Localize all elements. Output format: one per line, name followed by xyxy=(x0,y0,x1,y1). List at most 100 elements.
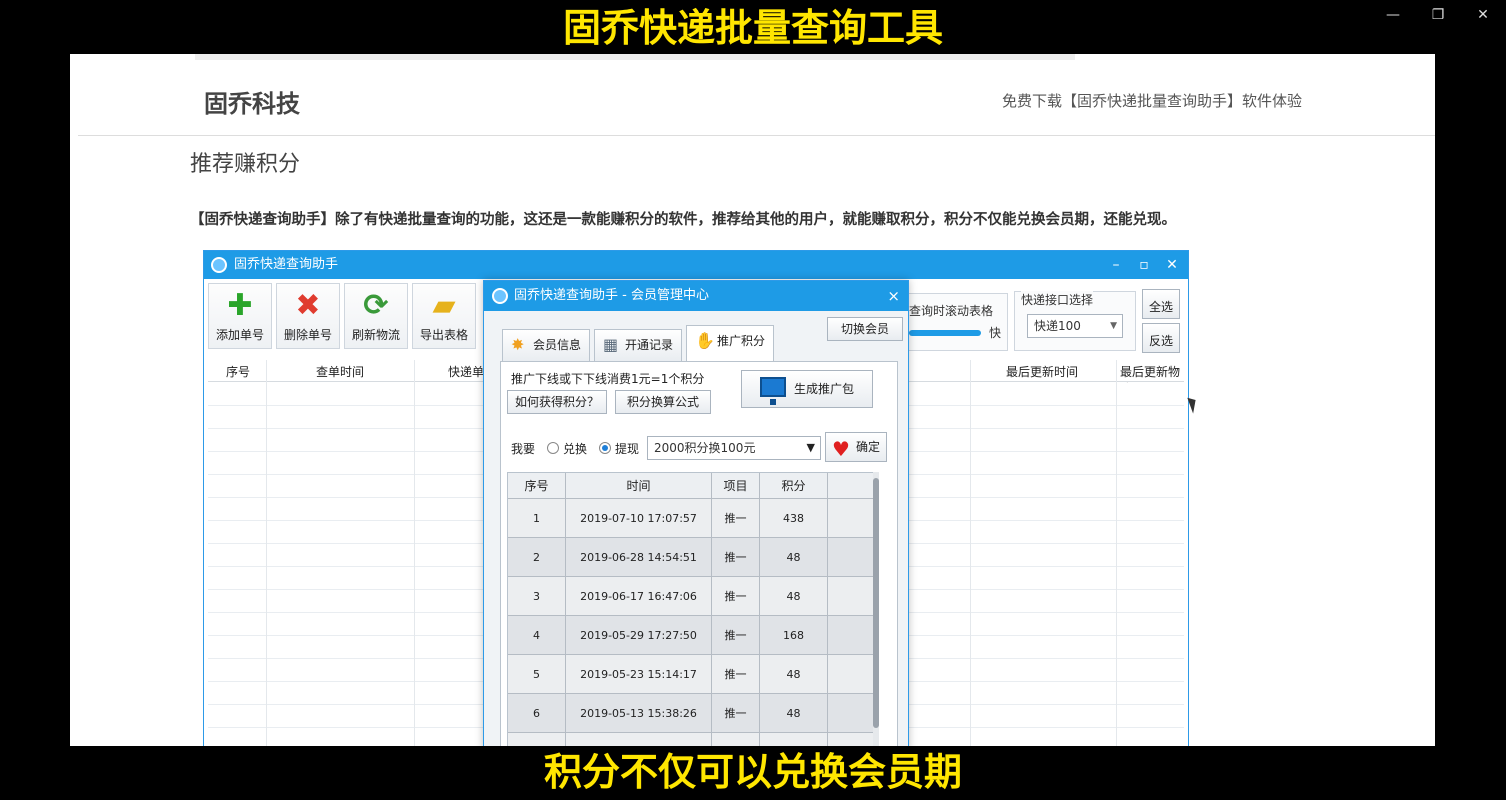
delete-number-label: 删除单号 xyxy=(283,328,332,342)
points-header-cell[interactable]: 时间 xyxy=(566,473,712,498)
table-row[interactable]: 2 2019-06-28 14:54:51 推一 48 xyxy=(508,538,876,577)
table-cell: 4 xyxy=(508,616,566,654)
member-center-dialog: 固乔快递查询助手 - 会员管理中心 × 切换会员 ✸ 会员信息 ▦ 开通记录 ✋… xyxy=(483,280,909,746)
hand-icon: ✋ xyxy=(695,331,715,350)
col-last-update[interactable]: 最后更新时间 xyxy=(1006,363,1078,380)
dialog-titlebar: 固乔快递查询助手 - 会员管理中心 × xyxy=(484,281,908,311)
close-icon[interactable]: ✕ xyxy=(1472,4,1494,26)
web-page: 固乔科技 免费下载【固乔快递批量查询助手】软件体验 推荐赚积分 【固乔快递查询助… xyxy=(70,54,1435,746)
points-table: 序号 时间 项目 积分 1 2019-07-10 17:07:57 推一 438 2 2019-0… xyxy=(507,472,877,746)
restore-icon[interactable]: ❐ xyxy=(1427,4,1449,26)
scroll-option-label[interactable]: 查询时滚动表格 xyxy=(909,302,993,319)
table-row[interactable]: 72019-04-18 09:36:18推一48 xyxy=(508,733,876,746)
export-table-button[interactable]: ▰ 导出表格 xyxy=(412,283,476,349)
calendar-icon: ▦ xyxy=(603,335,619,354)
table-row[interactable]: 4 2019-05-29 17:27:50 推一 168 xyxy=(508,616,876,655)
refresh-logistics-button[interactable]: ⟳ 刷新物流 xyxy=(344,283,408,349)
points-header-cell[interactable]: 项目 xyxy=(712,473,760,498)
section-description: 【固乔快递查询助手】除了有快递批量查询的功能，这还是一款能赚积分的软件，推荐给其… xyxy=(190,212,1176,228)
app-minimize-icon[interactable]: – xyxy=(1106,251,1126,279)
table-cell: 推一 xyxy=(712,577,760,615)
points-table-scrollbar[interactable] xyxy=(873,472,879,746)
chevron-down-icon: ▼ xyxy=(1110,321,1117,331)
minimize-icon[interactable]: — xyxy=(1382,4,1404,26)
points-header-cell[interactable]: 序号 xyxy=(508,473,566,498)
section-title: 推荐赚积分 xyxy=(190,152,301,177)
points-formula-button[interactable]: 积分换算公式 xyxy=(615,390,711,414)
withdraw-select[interactable]: 2000积分换100元 ▼ xyxy=(647,436,821,460)
api-selected-value: 快递100 xyxy=(1034,319,1081,333)
col-tracking[interactable]: 快递单 xyxy=(448,363,484,380)
delete-number-button[interactable]: ✖ 删除单号 xyxy=(276,283,340,349)
grid-divider xyxy=(970,360,971,746)
chevron-down-icon: ▼ xyxy=(806,441,815,454)
table-cell: 168 xyxy=(760,616,828,654)
bottom-caption: 积分不仅可以兑换会员期 xyxy=(543,750,962,794)
table-cell: 推一 xyxy=(712,499,760,537)
invert-select-button[interactable]: 反选 xyxy=(1142,323,1180,353)
header-divider xyxy=(78,135,1435,136)
table-row[interactable]: 1 2019-07-10 17:07:57 推一 438 xyxy=(508,499,876,538)
confirm-button[interactable]: ♥ 确定 xyxy=(825,432,887,462)
refresh-icon: ⟳ xyxy=(363,288,389,323)
dialog-close-icon[interactable]: × xyxy=(887,281,900,311)
points-header-cell[interactable]: 积分 xyxy=(760,473,828,498)
api-group-label: 快递接口选择 xyxy=(1021,291,1094,308)
table-cell: 48 xyxy=(760,733,828,746)
tab-member-info-label: 会员信息 xyxy=(533,338,582,352)
table-cell: 5 xyxy=(508,655,566,693)
tab-open-records[interactable]: ▦ 开通记录 xyxy=(594,329,682,361)
table-cell: 7 xyxy=(508,733,566,746)
tab-promo-points-label: 推广积分 xyxy=(717,334,766,348)
dialog-logo-icon xyxy=(492,288,508,304)
select-all-button[interactable]: 全选 xyxy=(1142,289,1180,319)
table-row[interactable]: 5 2019-05-23 15:14:17 推一 48 xyxy=(508,655,876,694)
col-query-time[interactable]: 查单时间 xyxy=(316,363,364,380)
api-select[interactable]: 快递100 ▼ xyxy=(1027,314,1123,338)
add-number-label: 添加单号 xyxy=(215,328,264,342)
withdraw-label: 提现 xyxy=(615,442,640,456)
withdraw-radio[interactable] xyxy=(599,442,611,454)
delete-icon: ✖ xyxy=(295,288,321,323)
exchange-radio[interactable] xyxy=(547,442,559,454)
confirm-label: 确定 xyxy=(856,440,881,454)
table-cell xyxy=(828,499,876,537)
table-cell: 2019-07-10 17:07:57 xyxy=(566,499,712,537)
table-cell: 3 xyxy=(508,577,566,615)
app-maximize-icon[interactable]: ▫ xyxy=(1134,251,1154,279)
monitor-icon xyxy=(760,377,786,405)
col-seq[interactable]: 序号 xyxy=(226,363,250,380)
scroll-thumb[interactable] xyxy=(873,478,879,728)
table-cell xyxy=(828,694,876,732)
add-number-button[interactable]: ✚ 添加单号 xyxy=(208,283,272,349)
points-header-cell[interactable] xyxy=(828,473,876,498)
download-link[interactable]: 免费下载【固乔快递批量查询助手】软件体验 xyxy=(1002,90,1302,111)
dialog-body: 切换会员 ✸ 会员信息 ▦ 开通记录 ✋ 推广积分 推广下线或下下线消费1元=1… xyxy=(484,311,908,746)
promo-points-panel: 推广下线或下下线消费1元=1个积分 如何获得积分？ 积分换算公式 生成推广包 我… xyxy=(500,361,898,746)
app-close-icon[interactable]: ✕ xyxy=(1162,251,1182,279)
grid-divider xyxy=(1116,360,1117,746)
dialog-title: 固乔快递查询助手 - 会员管理中心 xyxy=(514,288,709,303)
brand-logo-text[interactable]: 固乔科技 xyxy=(204,84,300,119)
generate-pack-label: 生成推广包 xyxy=(794,382,855,396)
table-cell: 48 xyxy=(760,538,828,576)
tab-member-info[interactable]: ✸ 会员信息 xyxy=(502,329,590,361)
table-cell: 48 xyxy=(760,694,828,732)
generate-promo-pack-button[interactable]: 生成推广包 xyxy=(741,370,873,408)
tab-promo-points[interactable]: ✋ 推广积分 xyxy=(686,325,774,361)
table-cell: 2 xyxy=(508,538,566,576)
table-row[interactable]: 6 2019-05-13 15:38:26 推一 48 xyxy=(508,694,876,733)
speed-slider[interactable] xyxy=(909,330,981,336)
table-row[interactable]: 3 2019-06-17 16:47:06 推一 48 xyxy=(508,577,876,616)
switch-member-button[interactable]: 切换会员 xyxy=(827,317,903,341)
table-cell: 推一 xyxy=(712,538,760,576)
table-cell: 438 xyxy=(760,499,828,537)
how-to-get-points-button[interactable]: 如何获得积分？ xyxy=(507,390,607,414)
table-cell: 2019-04-18 09:36:18 xyxy=(566,733,712,746)
table-cell: 1 xyxy=(508,499,566,537)
top-divider xyxy=(195,54,1075,60)
export-icon: ▰ xyxy=(432,288,456,323)
refresh-logistics-label: 刷新物流 xyxy=(351,328,400,342)
table-cell: 2019-06-28 14:54:51 xyxy=(566,538,712,576)
table-cell xyxy=(828,616,876,654)
